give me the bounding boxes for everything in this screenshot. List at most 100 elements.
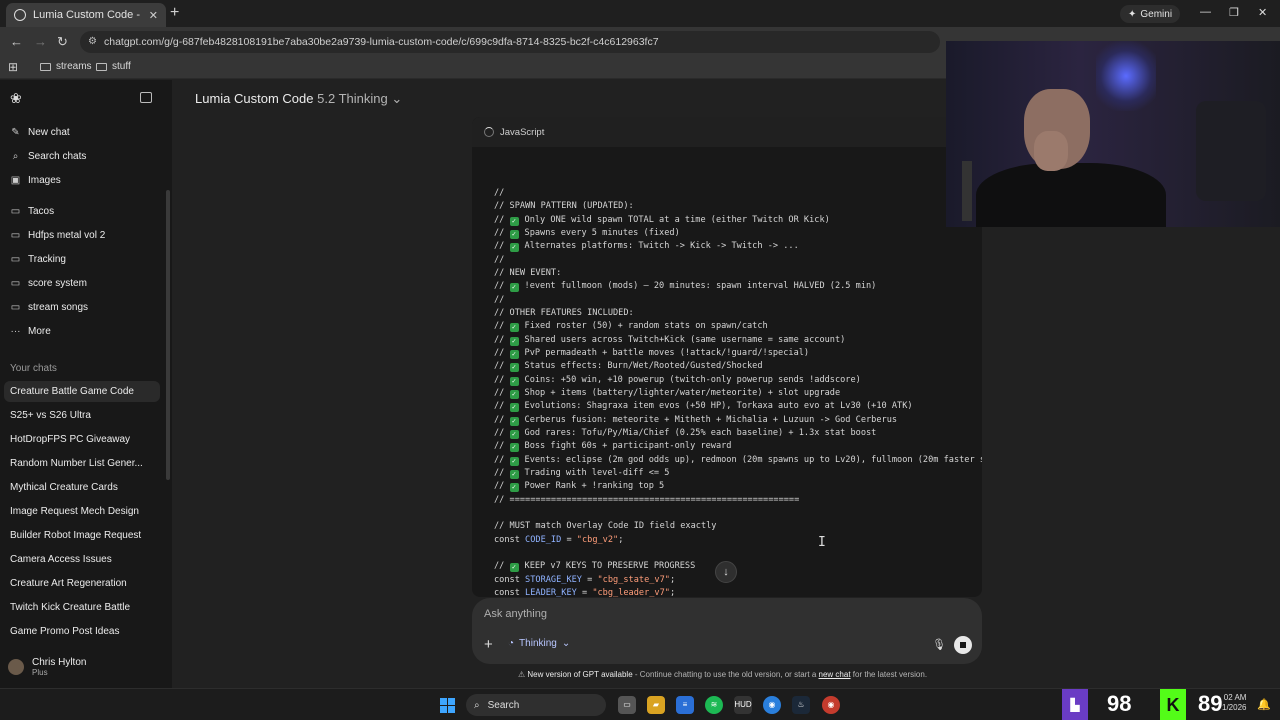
code-line: // OTHER FEATURES INCLUDED:: [494, 307, 982, 320]
reload-icon[interactable]: ↻: [57, 34, 68, 50]
taskbar-search[interactable]: ⌕ Search: [466, 694, 606, 716]
chat-item[interactable]: HotDropFPS PC Giveaway: [4, 429, 160, 450]
notepad-icon[interactable]: ≡: [676, 696, 694, 714]
site-info-icon[interactable]: ⚙: [88, 31, 97, 53]
code-operator: =: [561, 534, 577, 545]
code-comment: Only ONE wild spawn TOTAL at a time (eit…: [524, 214, 830, 225]
model-name: 5.2 Thinking: [317, 91, 388, 106]
chatgpt-favicon-icon: [14, 9, 26, 21]
project-label: Tacos: [28, 206, 55, 217]
check-mark-icon: ✓: [509, 456, 519, 466]
spotify-icon[interactable]: ≋: [705, 696, 723, 714]
check-mark-icon: ✓: [509, 336, 519, 346]
kick-icon[interactable]: K: [1160, 689, 1186, 720]
more-button[interactable]: ··· More: [10, 326, 51, 337]
chatgpt-logo-icon[interactable]: ❀: [10, 90, 22, 107]
project-item[interactable]: ▭ stream songs: [10, 302, 88, 313]
code-line: // ✓ Shop + items (battery/lighter/water/…: [494, 387, 982, 400]
chat-item[interactable]: Game Promo Post Ideas: [4, 621, 160, 642]
apps-grid-icon[interactable]: ⊞: [8, 60, 18, 74]
close-tab-icon[interactable]: ✕: [149, 9, 158, 22]
model-selector[interactable]: Lumia Custom Code 5.2 Thinking ⌄: [195, 91, 402, 107]
version-notice: ⚠ New version of GPT available - Continu…: [518, 670, 927, 679]
person-body: [976, 163, 1166, 227]
address-bar[interactable]: ⚙ chatgpt.com/g/g-687feb4828108191be7aba…: [80, 31, 940, 53]
sidebar-scrollbar[interactable]: [166, 190, 170, 480]
search-icon: ⌕: [12, 151, 19, 162]
profile-plan: Plus: [32, 668, 48, 677]
folder-icon: ▭: [10, 230, 21, 241]
scroll-down-button[interactable]: ↓: [715, 561, 737, 583]
new-chat-button[interactable]: ✎ New chat: [10, 127, 70, 138]
sidebar-toggle-icon[interactable]: [140, 92, 152, 103]
new-chat-link[interactable]: new chat: [819, 670, 851, 679]
images-button[interactable]: ▣ Images: [10, 175, 61, 186]
chat-item[interactable]: Image Request Mech Design: [4, 501, 160, 522]
notification-bell-icon[interactable]: 🔔: [1257, 698, 1271, 711]
project-item[interactable]: ▭ Tracking: [10, 254, 66, 265]
code-comment: //: [494, 254, 505, 265]
chat-item[interactable]: Twitch Kick Creature Battle: [4, 597, 160, 618]
forward-icon[interactable]: →: [34, 34, 47, 49]
code-line: // ✓ KEEP v7 KEYS TO PRESERVE PROGRESS: [494, 560, 982, 573]
more-label: More: [28, 326, 51, 337]
chat-item[interactable]: Creature Battle Game Code: [4, 381, 160, 402]
chat-item[interactable]: Builder Robot Image Request: [4, 525, 160, 546]
composer[interactable]: Ask anything + ◔ Thinking ⌄ 🎙: [472, 598, 982, 664]
search-chats-button[interactable]: ⌕ Search chats: [10, 151, 87, 162]
file-explorer-icon[interactable]: ▰: [647, 696, 665, 714]
steam-icon[interactable]: ♨: [792, 696, 810, 714]
clock-time: 02 AM: [1223, 693, 1247, 702]
chat-item[interactable]: S25+ vs S26 Ultra: [4, 405, 160, 426]
system-clock[interactable]: 02 AM 1/2026: [1222, 693, 1246, 713]
minimize-icon[interactable]: —: [1200, 6, 1211, 18]
code-line: const STORAGE_KEY = "cbg_state_v7";: [494, 574, 982, 587]
browser-tab[interactable]: Lumia Custom Code - Creature ✕: [6, 3, 166, 27]
kick-count: 89: [1198, 691, 1223, 716]
comment-prefix: //: [494, 427, 510, 438]
profile-name: Chris Hylton: [32, 657, 87, 668]
code-variable: STORAGE_KEY: [525, 574, 582, 585]
profile-button[interactable]: Chris Hylton Plus: [8, 657, 86, 677]
code-line: // ✓ Coins: +50 win, +10 powerup (twitch-…: [494, 374, 982, 387]
chat-item[interactable]: Mythical Creature Cards: [4, 477, 160, 498]
code-line: // ✓ Trading with level-diff <= 5: [494, 467, 982, 480]
check-mark-icon: ✓: [509, 469, 519, 479]
maximize-icon[interactable]: ❐: [1229, 6, 1239, 19]
chat-item[interactable]: Camera Access Issues: [4, 549, 160, 570]
project-item[interactable]: ▭ Hdfps metal vol 2: [10, 230, 106, 241]
gemini-button[interactable]: ✦ Gemini: [1120, 5, 1181, 23]
project-item[interactable]: ▭ Tacos: [10, 206, 54, 217]
code-line: //: [494, 254, 982, 267]
twitch-icon[interactable]: ▙: [1062, 689, 1088, 720]
bookmark-streams[interactable]: streams: [40, 61, 92, 72]
new-chat-label: New chat: [28, 127, 70, 138]
close-window-icon[interactable]: ✕: [1258, 6, 1267, 19]
stop-generating-button[interactable]: [954, 636, 972, 654]
windows-start-icon[interactable]: [440, 698, 455, 713]
chat-item[interactable]: Random Number List Gener...: [4, 453, 160, 474]
message-input[interactable]: Ask anything: [484, 608, 547, 620]
code-comment: Spawns every 5 minutes (fixed): [524, 227, 680, 238]
comment-prefix: //: [494, 374, 510, 385]
microphone-icon[interactable]: 🎙: [932, 638, 946, 651]
chrome-icon[interactable]: ◉: [763, 696, 781, 714]
folder-icon: ▭: [10, 278, 21, 289]
chrome-active-icon[interactable]: ◉: [822, 696, 840, 714]
new-tab-icon[interactable]: +: [170, 5, 179, 21]
add-attachment-icon[interactable]: +: [484, 636, 493, 653]
task-view-icon[interactable]: ▭: [618, 696, 636, 714]
project-item[interactable]: ▭ score system: [10, 278, 87, 289]
check-mark-icon: ✓: [509, 349, 519, 359]
tab-title: Lumia Custom Code - Creature: [33, 9, 143, 21]
comment-prefix: //: [494, 347, 510, 358]
thinking-mode-button[interactable]: ◔ Thinking ⌄: [508, 638, 570, 649]
code-comment: Alternates platforms: Twitch -> Kick -> …: [524, 241, 799, 252]
chat-item[interactable]: Creature Art Regeneration: [4, 573, 160, 594]
bookmark-stuff[interactable]: stuff: [96, 61, 131, 72]
code-comment: //: [494, 188, 505, 198]
back-icon[interactable]: ←: [10, 34, 23, 49]
code-line: // ✓ Power Rank + !ranking top 5: [494, 480, 982, 493]
check-mark-icon: ✓: [509, 563, 519, 573]
hud-app-icon[interactable]: HUD: [734, 696, 752, 714]
